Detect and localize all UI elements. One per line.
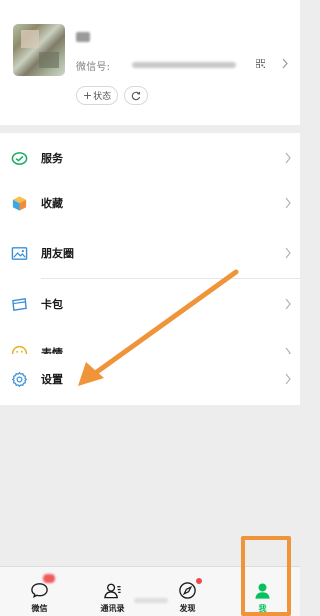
chevron-right-icon	[285, 298, 291, 310]
plus-icon: +	[82, 89, 93, 102]
new-dot-badge	[196, 578, 202, 584]
gear-icon	[11, 371, 28, 388]
card-icon	[12, 298, 27, 311]
chat-bubble-icon	[31, 583, 48, 599]
qr-code-icon[interactable]	[256, 59, 265, 68]
menu-item-label: 设置	[41, 373, 63, 386]
status-refresh-button[interactable]	[124, 86, 148, 105]
refresh-icon	[131, 91, 141, 100]
menu-item-label: 收藏	[41, 197, 63, 210]
menu-item-label: 朋友圈	[41, 247, 74, 260]
unread-badge	[43, 574, 55, 583]
tab-label: 发现	[179, 604, 196, 613]
wechat-id-label: 微信号:	[76, 62, 111, 73]
chevron-right-icon[interactable]	[282, 58, 288, 69]
contacts-icon	[104, 583, 121, 599]
highlight-box	[241, 536, 291, 616]
profile-header[interactable]: 微信号: + 状态	[0, 0, 300, 125]
tab-chats[interactable]: 微信	[2, 567, 77, 616]
add-status-button[interactable]: + 状态	[76, 86, 118, 105]
menu-item-favorites[interactable]: 收藏	[0, 178, 300, 229]
menu-item-moments[interactable]: 朋友圈	[0, 228, 300, 279]
wechat-id-blurred	[132, 62, 236, 68]
chevron-right-icon	[285, 247, 291, 259]
menu-item-label: 卡包	[41, 298, 63, 311]
menu-item-label: 服务	[41, 152, 63, 165]
tab-label: 微信	[31, 604, 48, 613]
menu-item-services[interactable]: 服务	[0, 133, 300, 184]
chevron-right-icon	[285, 373, 291, 385]
status-label: 状态	[93, 92, 112, 102]
chevron-right-icon	[285, 152, 291, 164]
cube-icon	[12, 196, 27, 211]
picture-icon	[11, 247, 28, 260]
wallet-check-icon	[11, 152, 28, 165]
tab-contacts[interactable]: 通讯录	[75, 567, 150, 616]
tab-label: 通讯录	[100, 604, 125, 613]
home-indicator	[134, 598, 168, 603]
menu-item-cards[interactable]: 卡包	[0, 279, 300, 330]
compass-icon	[179, 582, 196, 599]
avatar[interactable]	[13, 24, 65, 76]
menu-item-settings[interactable]: 设置	[0, 354, 300, 405]
tab-discover[interactable]: 发现	[150, 567, 225, 616]
chevron-right-icon	[285, 197, 291, 209]
nickname-blurred	[76, 32, 90, 42]
